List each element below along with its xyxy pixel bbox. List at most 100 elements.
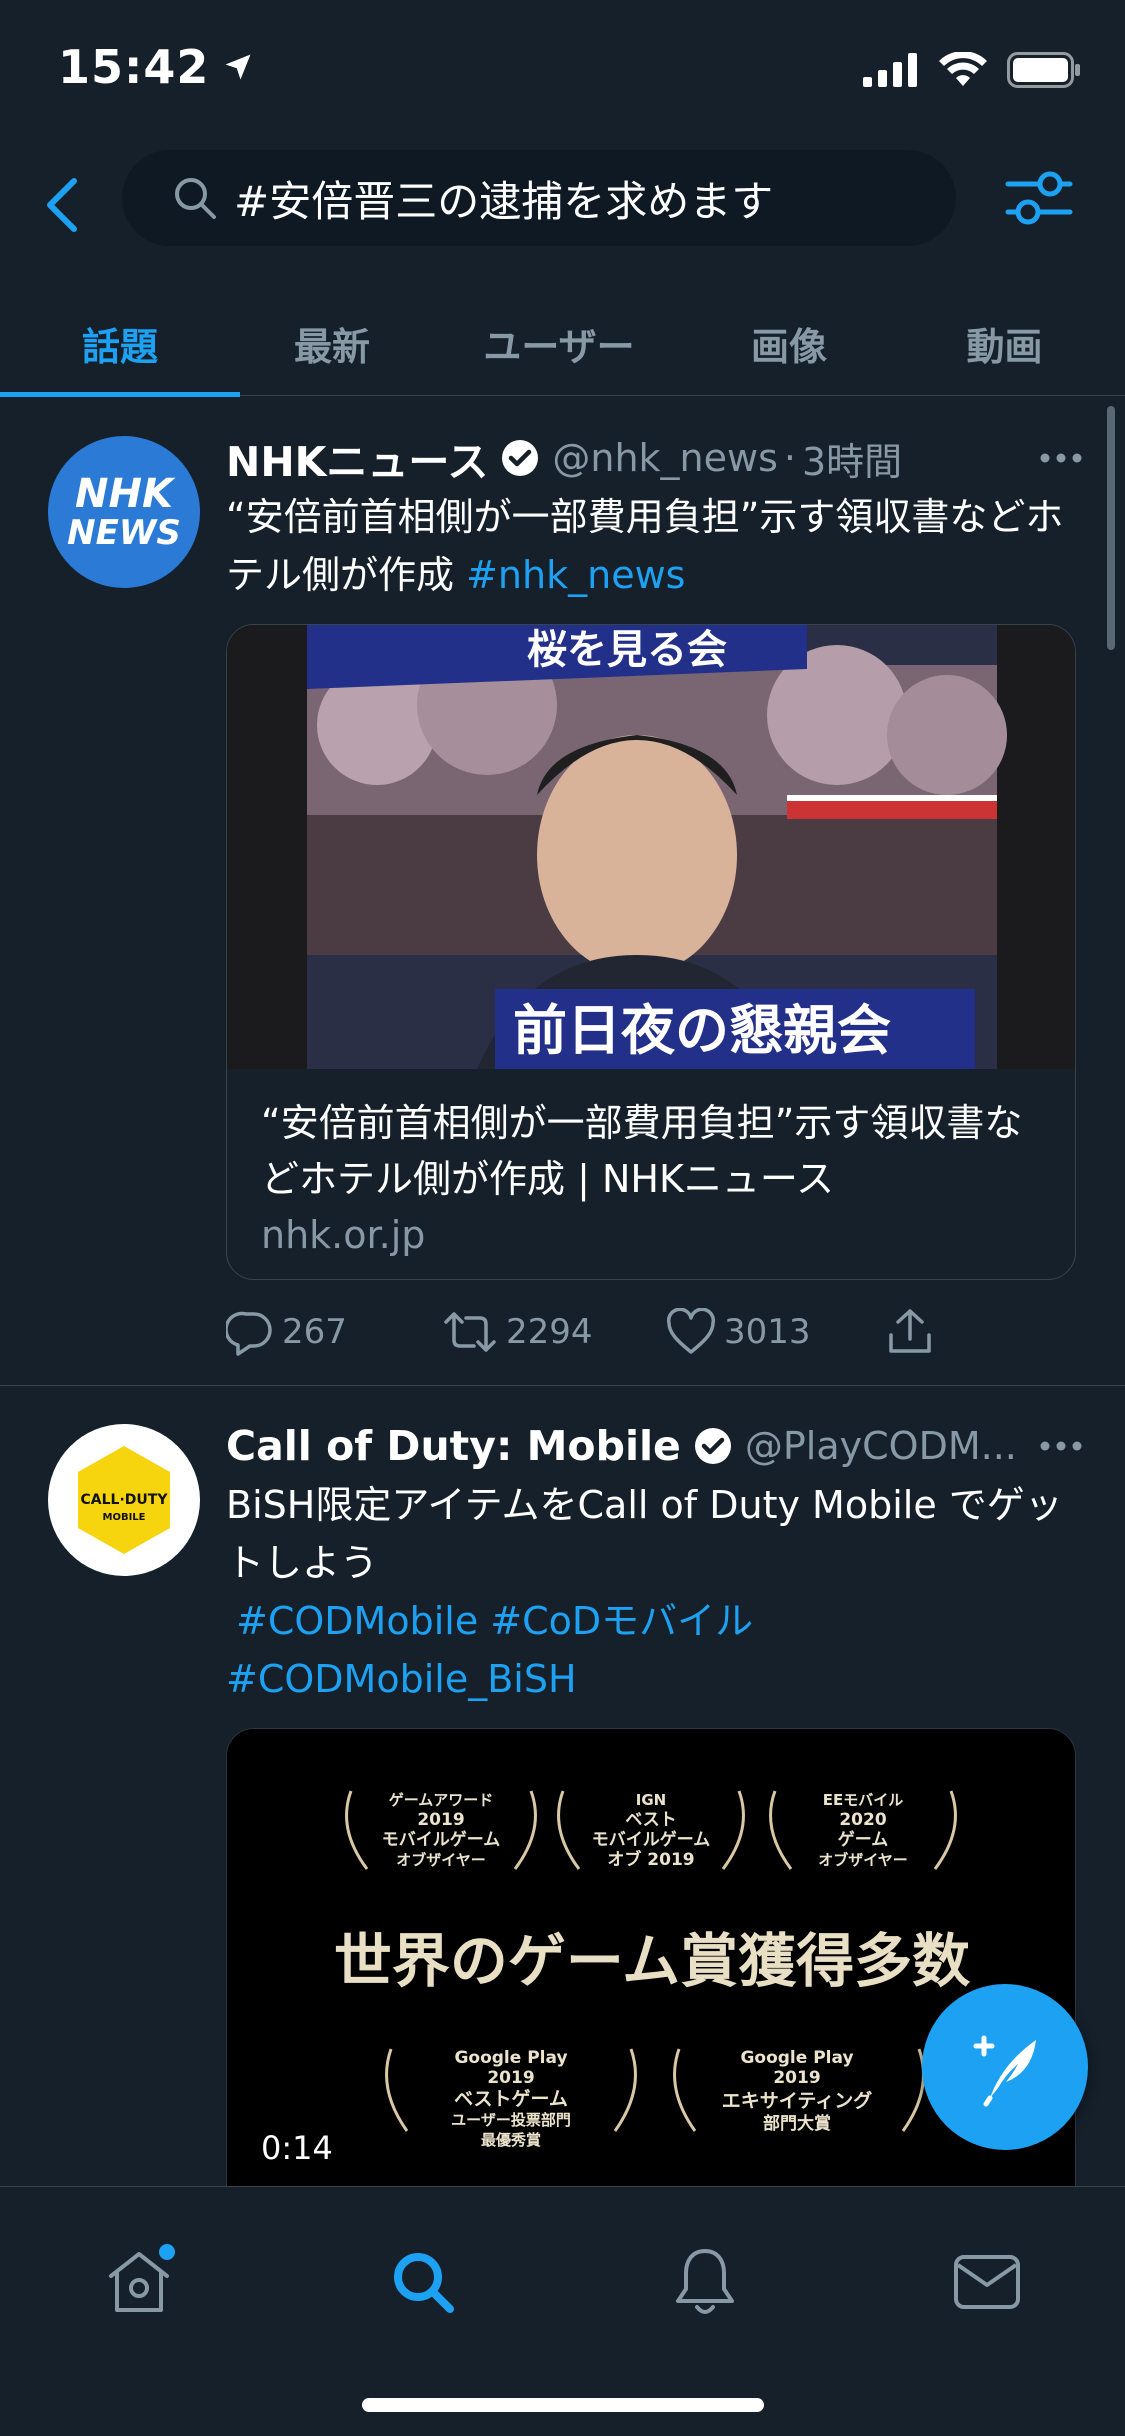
more-dots-icon [1040,453,1082,463]
video-duration: 0:14 [261,2129,333,2167]
hashtag-line: #CODMobile #CoDモバイル [226,1592,1075,1650]
search-icon [394,2253,454,2313]
avatar[interactable]: NHK NEWS [48,436,200,588]
search-query: #安倍晋三の逮捕を求めます [234,176,774,226]
cellular-signal-icon [863,53,917,87]
video-headline: 世界のゲーム賞獲得多数 [334,1927,970,1995]
tab-latest-label: 最新 [293,324,370,369]
hashtag-link[interactable]: #nhk_news [466,553,685,597]
tab-top[interactable]: 話題 [0,290,240,397]
tab-photos-label: 画像 [750,324,827,369]
award-2-line4: オブ 2019 [607,1849,694,1870]
retweet-icon [444,1312,496,1352]
share-icon [889,1309,931,1353]
display-name[interactable]: NHKニュース [226,428,488,488]
video-thumbnail: ゲームアワード 2019 モバイルゲーム オブザイヤー IGN ベスト モバイル… [227,1729,1075,2227]
status-bar: 15:42 [0,0,1125,132]
bell-icon [676,2249,734,2314]
video-card[interactable]: ゲームアワード 2019 モバイルゲーム オブザイヤー IGN ベスト モバイル… [226,1728,1076,2228]
user-handle[interactable]: @PlayCODM... [745,1424,1017,1468]
nav-home[interactable] [94,2237,184,2327]
more-options-button[interactable] [1031,1416,1091,1476]
link-card[interactable]: 桜を見る会 前日夜の懇親会 “安倍前首相側が一部費用負担”示す領収書などホテル側… [226,624,1076,1280]
award-1-line3: モバイルゲーム [382,1829,501,1850]
avatar-text-line2: MOBILE [103,1512,146,1523]
sliders-icon [1005,171,1073,225]
hashtag-link[interactable]: #CODMobile [236,1599,478,1643]
search-filter-button[interactable] [1004,166,1074,230]
hashtag-link[interactable]: #CoDモバイル [490,1599,753,1643]
status-time-text: 15:42 [58,40,210,94]
tab-videos-label: 動画 [966,324,1043,369]
tweet-text-content: BiSH限定アイテムをCall of Duty Mobile でゲットしよう [226,1483,1063,1585]
tab-people[interactable]: ユーザー [424,290,694,396]
tab-people-label: ユーザー [483,324,635,369]
retweet-count: 2294 [506,1312,593,1352]
hashtag-link[interactable]: #CODMobile_BiSH [226,1657,577,1701]
avatar-text-line2: NEWS [67,513,181,553]
verified-badge-icon [502,440,539,476]
award-4-line1: Google Play [454,2048,567,2068]
award-2-line1: IGN [636,1791,666,1809]
mail-icon [954,2255,1020,2309]
tab-photos[interactable]: 画像 [694,290,884,396]
award-4-line2: 2019 [487,2068,534,2088]
like-count: 3013 [724,1312,811,1352]
image-caption-top: 桜を見る会 [527,627,727,673]
back-button[interactable] [32,170,92,240]
nav-explore[interactable] [378,2237,468,2327]
nav-notifications[interactable] [660,2237,750,2327]
news-photo-image: 桜を見る会 前日夜の懇親会 [227,625,1075,1069]
reply-count: 267 [282,1312,347,1352]
tweet-text: BiSH限定アイテムをCall of Duty Mobile でゲットしよう #… [226,1476,1075,1708]
tab-videos[interactable]: 動画 [884,290,1125,396]
award-3-line2: 2020 [839,1810,886,1830]
share-button[interactable] [886,1307,946,1357]
award-2-line3: モバイルゲーム [592,1829,711,1850]
avatar-text-line1: NHK [75,471,173,517]
status-icons [863,52,1081,88]
award-5-line2: 2019 [773,2068,820,2088]
more-options-button[interactable] [1031,428,1091,488]
home-indicator[interactable] [362,2398,764,2412]
more-dots-icon [1040,1441,1082,1451]
award-3-line1: EEモバイル [823,1791,904,1809]
avatar-text-line1: CALL·DUTY [81,1492,169,1508]
card-image: 桜を見る会 前日夜の懇親会 [227,625,1075,1069]
search-icon [175,178,216,219]
award-3-line4: オブザイヤー [818,1851,908,1869]
tweet-text: “安倍前首相側が一部費用負担”示す領収書などホテル側が作成 #nhk_news [226,488,1075,604]
award-1-line4: オブザイヤー [396,1851,486,1869]
scroll-indicator[interactable] [1107,406,1115,650]
user-handle[interactable]: @nhk_news [552,436,778,480]
tab-latest[interactable]: 最新 [240,290,424,396]
twitter-search-screen: 15:42 #安倍晋三の逮捕を求めます 話題 最新 ユーザー 画像 動画 NHK… [0,0,1125,2436]
reply-button[interactable]: 267 [226,1308,442,1356]
award-2-line2: ベスト [625,1810,676,1830]
award-5-line1: Google Play [740,2048,853,2068]
award-4-line4: ユーザー投票部門 [451,2111,571,2129]
reply-icon [226,1311,272,1356]
image-caption-bottom: 前日夜の懇親会 [513,999,891,1062]
separator-dot: · [783,436,796,480]
avatar[interactable]: CALL·DUTY MOBILE [48,1424,200,1576]
tweet-time: 3時間 [801,439,903,484]
search-input[interactable]: #安倍晋三の逮捕を求めます [122,150,956,246]
like-button[interactable]: 3013 [666,1308,886,1356]
card-info: “安倍前首相側が一部費用負担”示す領収書などホテル側が作成 | NHKニュース … [227,1069,1075,1279]
compose-tweet-button[interactable] [922,1984,1088,2150]
verified-badge-icon [694,1428,731,1464]
battery-icon [1007,52,1080,88]
retweet-button[interactable]: 2294 [442,1308,666,1356]
display-name[interactable]: Call of Duty: Mobile [226,1422,681,1470]
nav-messages[interactable] [942,2237,1032,2327]
location-arrow-icon [225,54,251,80]
award-5-line4: 部門大賞 [763,2113,831,2134]
wifi-icon [939,52,987,86]
award-4-line3: ベストゲーム [454,2088,568,2110]
search-tabs: 話題 最新 ユーザー 画像 動画 [0,290,1125,397]
codm-logo-icon: CALL·DUTY MOBILE [78,1446,170,1554]
tweet[interactable]: NHK NEWS NHKニュース @nhk_news · 3時間 “安倍前首相側… [0,398,1125,1386]
tweet-actions: 267 2294 3013 [226,1302,946,1362]
compose-feather-icon [973,2035,1036,2107]
